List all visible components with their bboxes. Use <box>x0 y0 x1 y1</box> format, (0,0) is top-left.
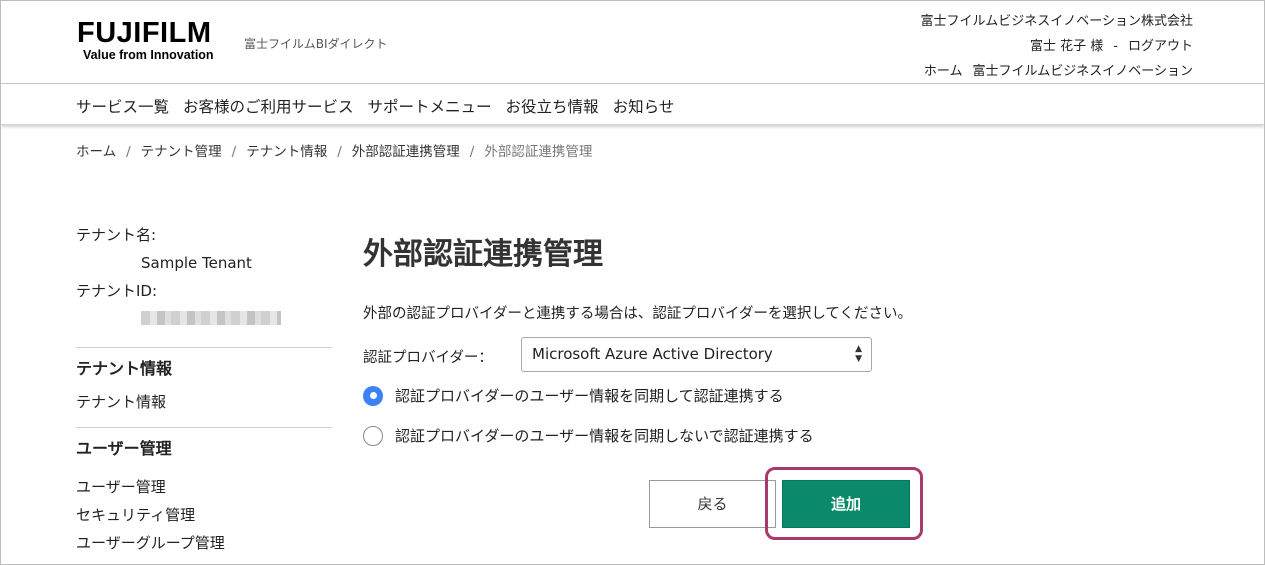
sidebar-heading-tenant-info: テナント情報 <box>76 359 173 378</box>
breadcrumb-tenant-management[interactable]: テナント管理 <box>141 144 222 160</box>
company-link[interactable]: 富士フイルムビジネスイノベーション <box>973 64 1193 79</box>
tenant-name-value: Sample Tenant <box>141 254 252 272</box>
home-link[interactable]: ホーム <box>924 64 963 79</box>
radio-no-sync-label: 認証プロバイダーのユーザー情報を同期しないで認証連携する <box>395 427 814 445</box>
sidebar-item-user-group-management[interactable]: ユーザーグループ管理 <box>76 529 332 557</box>
company-name: 富士フイルムビジネスイノベーション株式会社 <box>920 14 1193 29</box>
sidebar-item-tenant-info[interactable]: テナント情報 <box>76 386 332 418</box>
provider-select[interactable]: Microsoft Azure Active Directory ▲ ▼ <box>521 337 872 372</box>
fujifilm-logo[interactable]: FUJIFILM Value from Innovation <box>77 18 229 62</box>
breadcrumb: ホーム / テナント管理 / テナント情報 / 外部認証連携管理 / 外部認証連携管理 <box>76 140 592 160</box>
radio-sync-label: 認証プロバイダーのユーザー情報を同期して認証連携する <box>395 387 784 405</box>
sidebar: テナント名: Sample Tenant テナントID: テナント情報 テナント… <box>76 225 332 557</box>
page-frame: FUJIFILM Value from Innovation 富士フイルムBIダ… <box>0 0 1265 565</box>
header-separator: - <box>1113 39 1118 54</box>
sidebar-divider <box>76 347 332 348</box>
up-down-arrows-icon: ▲ ▼ <box>855 344 862 364</box>
add-button[interactable]: 追加 <box>782 480 910 528</box>
nav-item-support[interactable]: サポートメニュー <box>368 98 492 116</box>
nav-item-services[interactable]: サービス一覧 <box>76 98 169 116</box>
radio-no-sync-option[interactable]: 認証プロバイダーのユーザー情報を同期しないで認証連携する <box>363 425 814 446</box>
tenant-id-label: テナントID: <box>76 282 158 300</box>
global-nav: サービス一覧 お客様のご利用サービス サポートメニュー お役立ち情報 お知らせ <box>1 84 1264 125</box>
provider-label: 認証プロバイダー： <box>363 350 493 366</box>
back-button[interactable]: 戻る <box>649 480 776 528</box>
provider-selected-value: Microsoft Azure Active Directory <box>532 345 773 363</box>
header-account-area: 富士フイルムビジネスイノベーション株式会社 富士 花子 様 - ログアウト ホーム富… <box>911 12 1193 87</box>
radio-checked-icon[interactable] <box>363 385 383 406</box>
tenant-name-label: テナント名: <box>76 226 157 244</box>
logout-link[interactable]: ログアウト <box>1128 39 1193 54</box>
nav-item-customer-services[interactable]: お客様のご利用サービス <box>183 98 354 116</box>
breadcrumb-tenant-info[interactable]: テナント情報 <box>246 144 327 160</box>
user-name: 富士 花子 様 <box>1030 39 1104 54</box>
breadcrumb-separator: / <box>231 144 237 160</box>
page-description: 外部の認証プロバイダーと連携する場合は、認証プロバイダーを選択してください。 <box>363 306 912 322</box>
radio-sync-option[interactable]: 認証プロバイダーのユーザー情報を同期して認証連携する <box>363 385 784 406</box>
sub-brand: 富士フイルムBIダイレクト <box>244 37 388 51</box>
page-title: 外部認証連携管理 <box>363 237 603 272</box>
nav-item-news[interactable]: お知らせ <box>613 98 675 116</box>
tenant-id-value-blurred <box>141 311 281 325</box>
breadcrumb-home[interactable]: ホーム <box>76 144 116 160</box>
breadcrumb-current: 外部認証連携管理 <box>484 144 593 160</box>
sidebar-divider <box>76 427 332 428</box>
site-header: FUJIFILM Value from Innovation 富士フイルムBIダ… <box>1 1 1264 84</box>
logo-wordmark: FUJIFILM <box>77 17 212 49</box>
radio-unchecked-icon[interactable] <box>363 425 383 446</box>
nav-item-useful-info[interactable]: お役立ち情報 <box>506 98 599 116</box>
logo-tagline: Value from Innovation <box>83 48 214 62</box>
breadcrumb-separator: / <box>469 144 475 160</box>
breadcrumb-separator: / <box>126 144 131 160</box>
breadcrumb-separator: / <box>337 144 342 160</box>
sidebar-item-security-management[interactable]: セキュリティ管理 <box>76 501 332 529</box>
sidebar-item-user-management[interactable]: ユーザー管理 <box>76 473 332 501</box>
breadcrumb-external-auth[interactable]: 外部認証連携管理 <box>352 144 460 160</box>
sidebar-heading-user-management: ユーザー管理 <box>76 439 172 458</box>
